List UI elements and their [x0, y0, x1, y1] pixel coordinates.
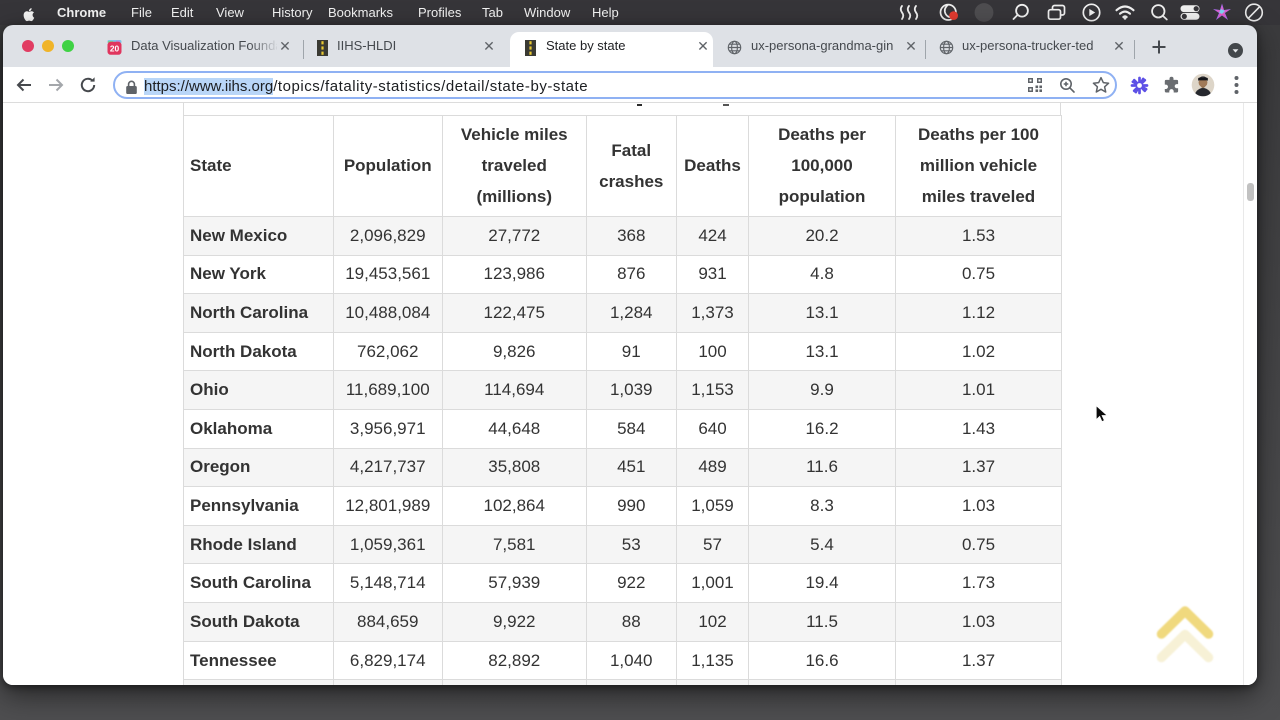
svg-text:20: 20 [110, 44, 120, 54]
